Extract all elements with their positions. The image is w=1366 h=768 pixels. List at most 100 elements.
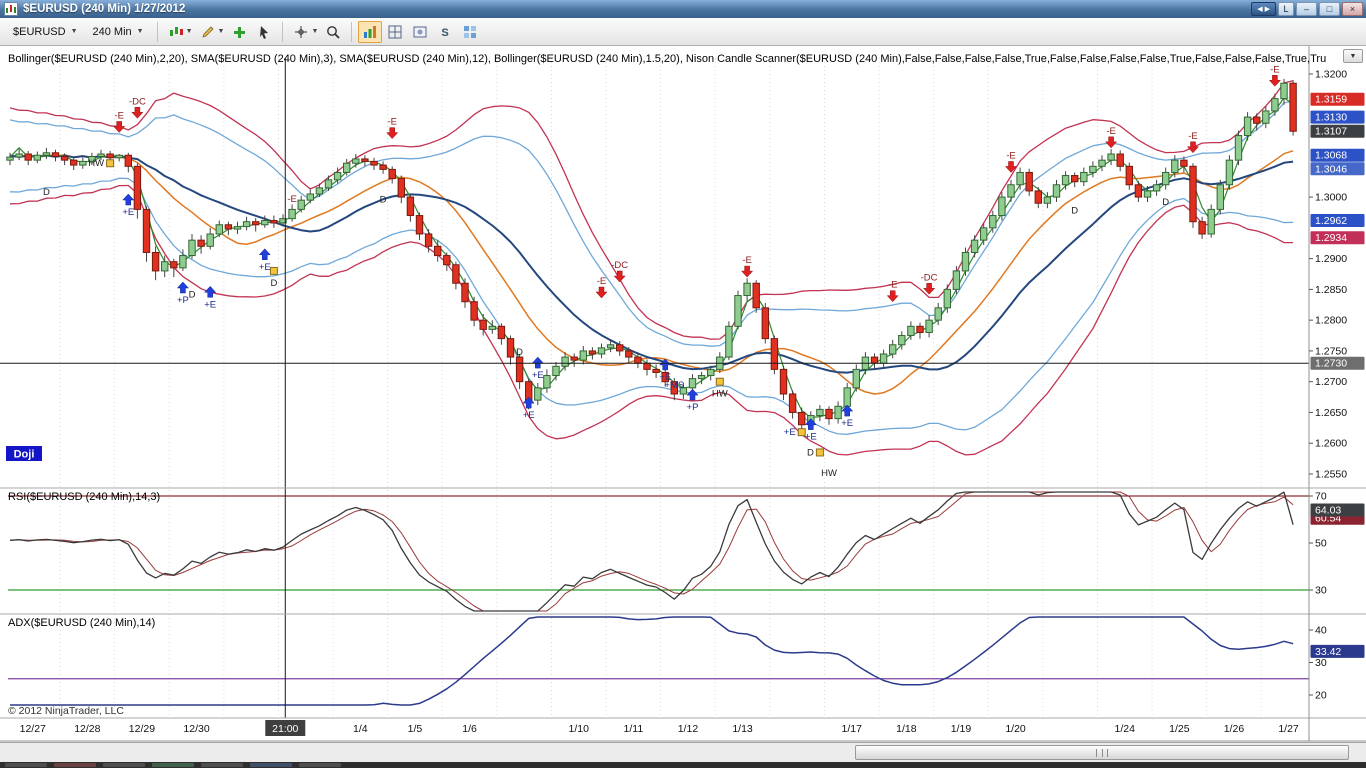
chevron-down-icon[interactable]: ▼ [311,28,318,35]
snapshot-button[interactable] [408,21,432,43]
svg-text:D: D [1071,206,1078,217]
pattern-marker: D [807,447,824,458]
candle [980,227,988,241]
pattern-marker: +E [804,418,817,443]
horizontal-scrollbar[interactable] [0,742,1366,762]
rsi-panel-label: RSI($EURUSD (240 Min),14,3) [8,491,160,503]
date-tick-label: 1/11 [624,723,644,735]
candle [60,155,69,161]
chart-canvas[interactable]: DHW-E-DC+E+PD+E+ED-E D-ED+E+E-E-DC+E+MS+P… [0,46,1366,742]
candle [552,365,560,377]
candle [616,344,624,352]
candle [852,368,860,389]
interval-dropdown[interactable]: 240 Min ▼ [86,22,151,42]
candle [761,307,769,340]
date-tick-label: 1/19 [951,723,972,735]
date-tick-label: 1/12 [678,723,699,735]
candle [788,393,797,413]
svg-text:1.3130: 1.3130 [1315,112,1347,124]
candle [151,251,160,272]
instrument-dropdown[interactable]: $EURUSD ▼ [6,22,85,42]
svg-text:+E: +E [805,432,817,443]
candle [570,356,578,361]
candle [597,347,606,355]
pattern-marker: -E [1268,64,1281,87]
taskbar-item[interactable] [152,763,194,767]
taskbar-item[interactable] [299,763,341,767]
taskbar-item[interactable] [103,763,145,767]
link-button[interactable]: L [1278,2,1294,16]
candle [461,282,469,303]
scrollbar-thumb[interactable] [855,745,1349,760]
pattern-marker: +E [204,285,217,310]
candle [1034,190,1042,204]
svg-text:1.3159: 1.3159 [1315,94,1347,106]
candle [1134,184,1143,198]
date-tick-label: 1/17 [842,723,863,735]
minimize-button[interactable]: – [1296,2,1317,16]
cursor-button[interactable] [252,21,276,43]
camera-icon [413,26,427,37]
chevron-down-icon[interactable]: ▼ [186,28,193,35]
pattern-marker: -E [741,255,754,278]
candle [306,193,315,201]
strategies-button[interactable]: S [433,21,457,43]
svg-text:+P: +P [687,402,699,413]
candle [1025,171,1033,192]
add-indicator-button[interactable] [227,21,251,43]
taskbar-item[interactable] [54,763,96,767]
axis-value-badge: 1.3046 [1310,162,1365,176]
crosshair-time-badge: 21:00 [265,720,306,736]
drawing-tools-button[interactable] [196,21,220,43]
candle [925,319,933,333]
pattern-marker: D [516,347,523,358]
crosshair-button[interactable] [289,21,313,43]
pattern-marker: -E [113,110,126,133]
magnifier-icon [327,25,341,39]
candle [33,154,41,161]
properties-button[interactable] [458,21,482,43]
scrollbar-grip-icon [1096,749,1108,757]
grid-button[interactable] [383,21,407,43]
axis-value-badge: 64.03 [1310,503,1365,517]
candle [1198,221,1206,235]
toolbar-separator [282,21,284,42]
pattern-marker: -E [287,194,297,205]
chart-style-button[interactable] [164,21,188,43]
date-tick-label: 1/18 [896,723,917,735]
candle [443,255,451,266]
price-tick-label: 1.2650 [1315,407,1347,419]
taskbar-item[interactable] [5,763,47,767]
candle [588,350,597,355]
candle [1189,165,1197,223]
taskbar-item[interactable] [201,763,243,767]
zoom-button[interactable] [321,21,345,43]
chart-panels-button[interactable] [358,20,383,43]
pattern-marker: D [1162,197,1169,208]
grid-icon [388,25,402,38]
panel-dropdown-button[interactable]: ▼ [1343,49,1363,63]
candle [907,325,915,337]
close-button[interactable]: × [1342,2,1363,16]
pointer-icon [260,25,269,39]
svg-text:D: D [43,187,50,198]
candle [543,375,551,389]
price-tick-label: 30 [1315,657,1327,669]
toolbar-separator [156,21,158,42]
candle [161,261,169,272]
candle [1262,110,1270,124]
candle [488,325,497,330]
svg-text:1.2962: 1.2962 [1315,215,1347,227]
data-series-nav-button[interactable]: ◀ ▶ [1251,2,1276,16]
maximize-button[interactable]: □ [1319,2,1340,16]
candle [343,162,351,173]
panel-lines [9,491,1294,706]
axis-value-badge: 1.3159 [1310,92,1365,106]
candle [643,362,651,370]
axis-value-badge: 1.3130 [1310,110,1365,124]
candle [1152,184,1161,192]
candle [1007,184,1015,198]
taskbar-item[interactable] [250,763,292,767]
chevron-down-icon[interactable]: ▼ [218,28,225,35]
candle [898,335,906,346]
